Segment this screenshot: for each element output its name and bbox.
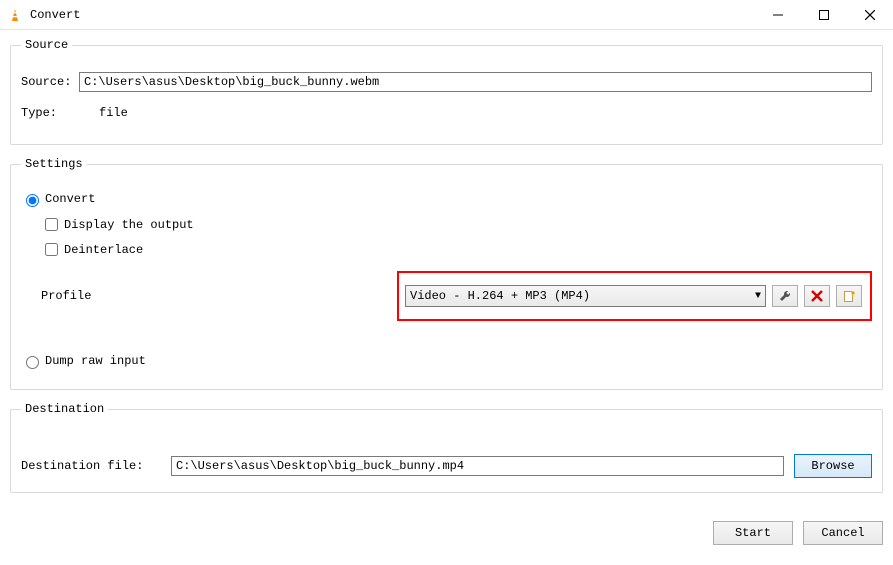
cancel-button-label: Cancel xyxy=(821,526,864,540)
profile-label: Profile xyxy=(41,289,101,303)
delete-profile-button[interactable] xyxy=(804,285,830,307)
destination-group: Destination Destination file: Browse xyxy=(10,402,883,493)
start-button-label: Start xyxy=(735,526,771,540)
browse-button-label: Browse xyxy=(811,459,854,473)
new-profile-button[interactable] xyxy=(836,285,862,307)
new-document-icon xyxy=(843,290,856,303)
x-icon xyxy=(811,290,823,302)
edit-profile-button[interactable] xyxy=(772,285,798,307)
settings-group: Settings Convert Display the output Dein… xyxy=(10,157,883,390)
source-label: Source: xyxy=(21,75,79,89)
destination-file-label: Destination file: xyxy=(21,459,171,473)
browse-button[interactable]: Browse xyxy=(794,454,872,478)
chevron-down-icon: ▼ xyxy=(755,291,761,302)
dump-raw-radio[interactable] xyxy=(26,356,39,369)
deinterlace-checkbox[interactable] xyxy=(45,243,58,256)
convert-radio[interactable] xyxy=(26,194,39,207)
titlebar: Convert xyxy=(0,0,893,30)
dump-raw-label: Dump raw input xyxy=(45,354,146,368)
maximize-button[interactable] xyxy=(801,0,847,30)
destination-legend: Destination xyxy=(21,402,108,416)
settings-legend: Settings xyxy=(21,157,87,171)
display-output-checkbox[interactable] xyxy=(45,218,58,231)
profile-select[interactable]: Video - H.264 + MP3 (MP4) ▼ xyxy=(405,285,766,307)
source-input[interactable] xyxy=(79,72,872,92)
source-legend: Source xyxy=(21,38,72,52)
deinterlace-label: Deinterlace xyxy=(64,243,143,257)
source-group: Source Source: Type: file xyxy=(10,38,883,145)
vlc-cone-icon xyxy=(6,6,24,24)
display-output-label: Display the output xyxy=(64,218,194,232)
profile-selected-value: Video - H.264 + MP3 (MP4) xyxy=(410,289,590,303)
close-button[interactable] xyxy=(847,0,893,30)
start-button[interactable]: Start xyxy=(713,521,793,545)
profile-highlight-box: Video - H.264 + MP3 (MP4) ▼ xyxy=(397,271,872,321)
window-title: Convert xyxy=(30,8,80,22)
wrench-icon xyxy=(778,289,792,303)
dialog-footer: Start Cancel xyxy=(0,515,893,555)
convert-radio-label: Convert xyxy=(45,192,95,206)
minimize-button[interactable] xyxy=(755,0,801,30)
type-value: file xyxy=(99,106,128,120)
destination-file-input[interactable] xyxy=(171,456,784,476)
type-label: Type: xyxy=(21,106,79,120)
cancel-button[interactable]: Cancel xyxy=(803,521,883,545)
